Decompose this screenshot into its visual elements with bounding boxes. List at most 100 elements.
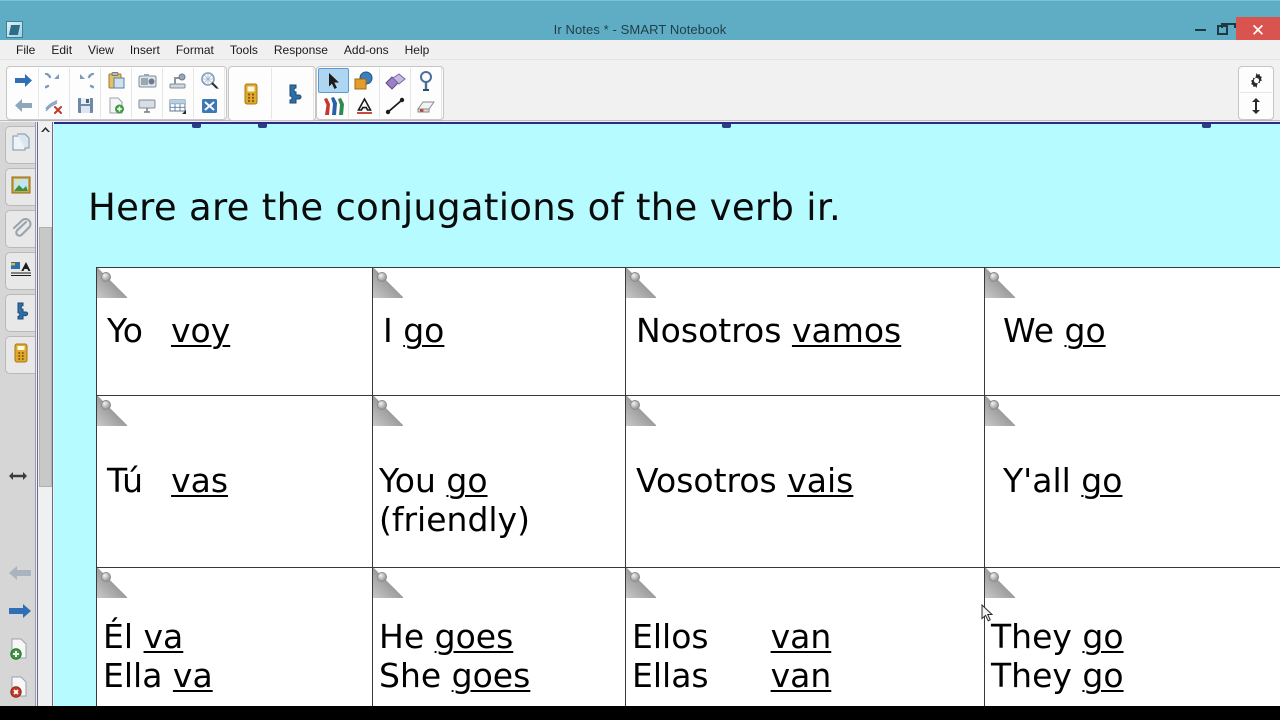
canvas-vertical-scrollbar[interactable] <box>37 122 53 720</box>
select-pointer-icon[interactable] <box>318 68 349 93</box>
cell-nosotros-vamos[interactable]: Nosotros vamos <box>625 267 985 396</box>
cell-tu-vas[interactable]: Tú vas <box>96 395 373 568</box>
smart-response-icon[interactable] <box>230 68 272 119</box>
english-subject: You <box>379 461 436 501</box>
previous-page-arrow-icon[interactable] <box>6 558 34 588</box>
redo-icon[interactable] <box>39 68 70 93</box>
undo-icon[interactable] <box>70 68 101 93</box>
previous-page-icon[interactable] <box>8 93 39 118</box>
sidebar-item-properties[interactable] <box>5 252 35 290</box>
insert-table-icon[interactable] <box>163 93 194 118</box>
shape-fill-icon[interactable] <box>380 68 411 93</box>
next-page-arrow-icon[interactable] <box>6 596 34 626</box>
add-page-icon[interactable] <box>101 93 132 118</box>
cell-shade-fold-icon[interactable] <box>626 568 656 598</box>
save-icon[interactable] <box>70 93 101 118</box>
cell-he-she-goes[interactable]: He goes She goes <box>372 567 626 708</box>
cell-el-ella-va[interactable]: Él va Ella va <box>96 567 373 708</box>
english-verb: go <box>1064 311 1106 351</box>
cell-shade-fold-icon[interactable] <box>97 268 127 298</box>
sidebar-item-attachments[interactable] <box>5 210 35 248</box>
sidebar-item-add-ons[interactable] <box>5 294 35 332</box>
title-bar: Ir Notes * - SMART Notebook ✕ <box>0 0 1280 43</box>
shapes-icon[interactable] <box>349 68 380 93</box>
move-toolbar-icon[interactable] <box>1240 93 1272 118</box>
menu-bar: File Edit View Insert Format Tools Respo… <box>0 40 1280 60</box>
cell-shade-fold-icon[interactable] <box>373 268 403 298</box>
menu-item-format[interactable]: Format <box>168 42 222 58</box>
menu-item-tools[interactable]: Tools <box>222 42 266 58</box>
cell-yall-go[interactable]: Y'all go <box>984 395 1280 568</box>
magic-pen-icon[interactable] <box>411 68 442 93</box>
add-ons-panel-icon <box>10 301 32 326</box>
sidebar-item-response[interactable] <box>5 336 35 374</box>
side-panel <box>0 122 36 720</box>
cell-vosotros-vais[interactable]: Vosotros vais <box>625 395 985 568</box>
notebook-canvas[interactable]: Here are the conjugations of the verb ir… <box>54 122 1280 720</box>
response-panel-icon <box>12 343 30 368</box>
next-page-icon[interactable] <box>8 68 39 93</box>
page-heading: Here are the conjugations of the verb ir… <box>88 186 842 229</box>
screen-capture-icon[interactable] <box>132 68 163 93</box>
table-row: Él va Ella va He goes She goes Ellos van <box>96 567 1280 708</box>
verb-form: vamos <box>791 311 902 351</box>
cell-shade-fold-icon[interactable] <box>985 396 1015 426</box>
clear-page-icon[interactable] <box>39 93 70 118</box>
english-subject: He <box>379 617 425 657</box>
menu-item-help[interactable]: Help <box>397 42 438 58</box>
cell-we-go[interactable]: We go <box>984 267 1280 396</box>
pens-icon[interactable] <box>318 93 349 118</box>
subject-pronoun: Tú <box>107 461 144 501</box>
conjugation-table[interactable]: Yo voy I go Nosotros vamos We go Tú vas … <box>96 267 1280 708</box>
lines-icon[interactable] <box>380 93 411 118</box>
subject-pronoun-2: Ella <box>103 655 163 695</box>
cell-i-go[interactable]: I go <box>372 267 626 396</box>
toolbar-group-customize <box>1238 66 1274 120</box>
cell-they-go[interactable]: They go They go <box>984 567 1280 708</box>
gear-icon[interactable] <box>1240 68 1272 93</box>
english-verb: go <box>1082 617 1124 657</box>
menu-item-edit[interactable]: Edit <box>43 42 80 58</box>
text-icon[interactable] <box>349 93 380 118</box>
page-tick <box>192 124 201 128</box>
add-page-icon[interactable] <box>6 634 34 664</box>
page-sorter-icon <box>11 133 31 158</box>
cell-you-go-friendly[interactable]: You go (friendly) <box>372 395 626 568</box>
sidebar-item-page-sorter[interactable] <box>5 126 35 164</box>
cell-yo-voy[interactable]: Yo voy <box>96 267 373 396</box>
cell-shade-fold-icon[interactable] <box>985 268 1015 298</box>
delete-page-icon[interactable] <box>6 672 34 702</box>
verb-form-2: van <box>770 655 832 695</box>
panel-resize-icon[interactable] <box>8 468 28 484</box>
add-ons-icon[interactable] <box>272 68 314 119</box>
toolbar-group-navigation <box>6 66 227 120</box>
cell-shade-fold-icon[interactable] <box>626 268 656 298</box>
subject-pronoun: Yo <box>107 311 143 351</box>
cell-ellos-ellas-van[interactable]: Ellos van Ellas van <box>625 567 985 708</box>
menu-item-addons[interactable]: Add-ons <box>336 42 397 58</box>
scroll-thumb[interactable] <box>39 227 52 487</box>
sidebar-item-gallery[interactable] <box>5 168 35 206</box>
menu-item-insert[interactable]: Insert <box>122 42 168 58</box>
verb-form-2: va <box>172 655 213 695</box>
screen-shade-icon[interactable] <box>132 93 163 118</box>
full-screen-icon[interactable] <box>194 93 225 118</box>
subject-pronoun-2: Ellas <box>632 655 709 695</box>
cell-shade-fold-icon[interactable] <box>97 396 127 426</box>
menu-item-file[interactable]: File <box>8 42 43 58</box>
verb-form: vais <box>787 461 854 501</box>
verb-form: vas <box>171 461 229 501</box>
cell-shade-fold-icon[interactable] <box>373 568 403 598</box>
eraser-icon[interactable] <box>411 93 442 118</box>
menu-item-response[interactable]: Response <box>266 42 336 58</box>
cell-shade-fold-icon[interactable] <box>97 568 127 598</box>
english-subject: They <box>991 617 1072 657</box>
scroll-up-icon[interactable] <box>38 122 52 137</box>
page-tick <box>258 124 267 128</box>
restore-icon <box>1216 23 1236 35</box>
menu-item-view[interactable]: View <box>80 42 122 58</box>
measurement-tools-icon[interactable] <box>194 68 225 93</box>
document-camera-icon[interactable] <box>163 68 194 93</box>
paste-icon[interactable] <box>101 68 132 93</box>
cell-shade-fold-icon[interactable] <box>626 396 656 426</box>
